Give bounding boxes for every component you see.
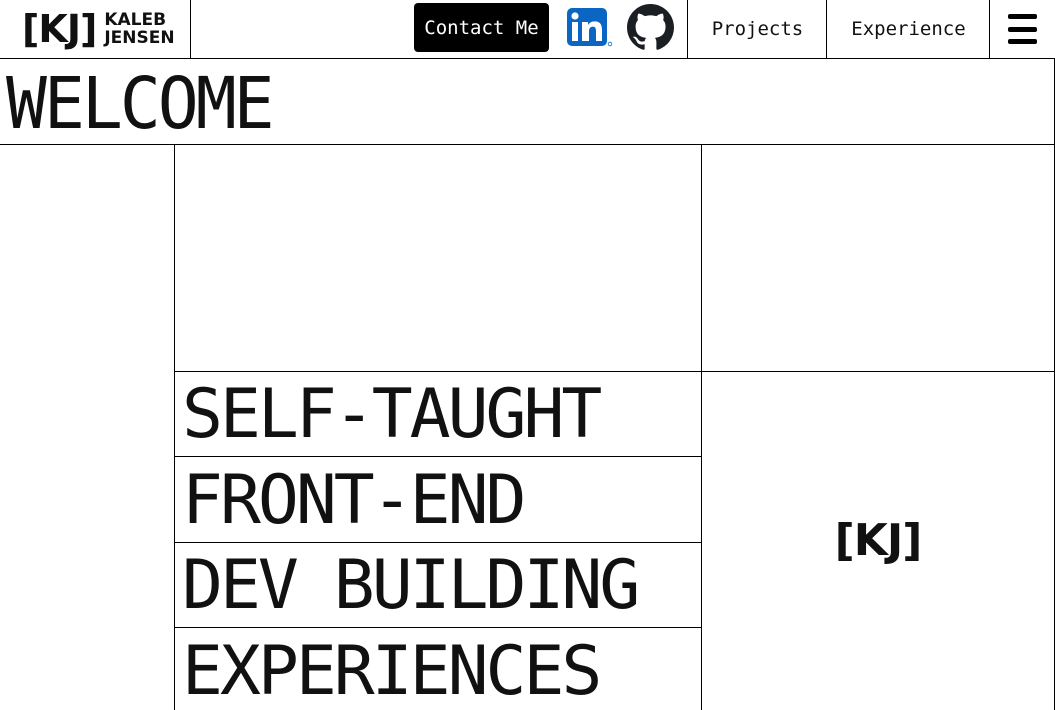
site-logo[interactable]: [KJ] KALEB JENSEN — [0, 0, 191, 58]
tagline-text: FRONT-END — [182, 461, 526, 540]
grid-cell-top-right — [701, 144, 1055, 372]
welcome-title: WELCOME — [6, 62, 275, 146]
logo-name-first: KALEB — [104, 10, 167, 30]
menu-bars — [1008, 14, 1037, 44]
tagline-text: EXPERIENCES — [182, 632, 602, 710]
nav-experience[interactable]: Experience — [826, 0, 990, 58]
grid-cell-logo: [KJ] — [701, 371, 1055, 710]
hamburger-menu-icon[interactable] — [989, 0, 1055, 58]
site-header: [KJ] KALEB JENSEN Contact Me Projects Ex… — [0, 0, 1055, 59]
tagline-row: DEV BUILDING — [174, 542, 702, 628]
tagline-text: DEV BUILDING — [182, 546, 640, 625]
grid-cell-top-middle — [174, 144, 702, 372]
github-icon[interactable] — [627, 4, 674, 51]
nav-projects[interactable]: Projects — [687, 0, 827, 58]
tagline-row: EXPERIENCES — [174, 628, 702, 710]
tagline-row: FRONT-END — [174, 457, 702, 543]
logo-name-last: JENSEN — [104, 28, 175, 48]
tagline-text: SELF-TAUGHT — [182, 375, 602, 454]
linkedin-icon[interactable] — [567, 7, 613, 48]
logo-mark: [KJ] — [22, 7, 97, 51]
logo-name: KALEB JENSEN — [104, 11, 174, 47]
tagline-row: SELF-TAUGHT — [174, 371, 702, 457]
kj-logo-mark: [KJ] — [834, 515, 923, 566]
contact-me-button[interactable]: Contact Me — [414, 3, 549, 52]
welcome-section: WELCOME — [0, 59, 1055, 145]
